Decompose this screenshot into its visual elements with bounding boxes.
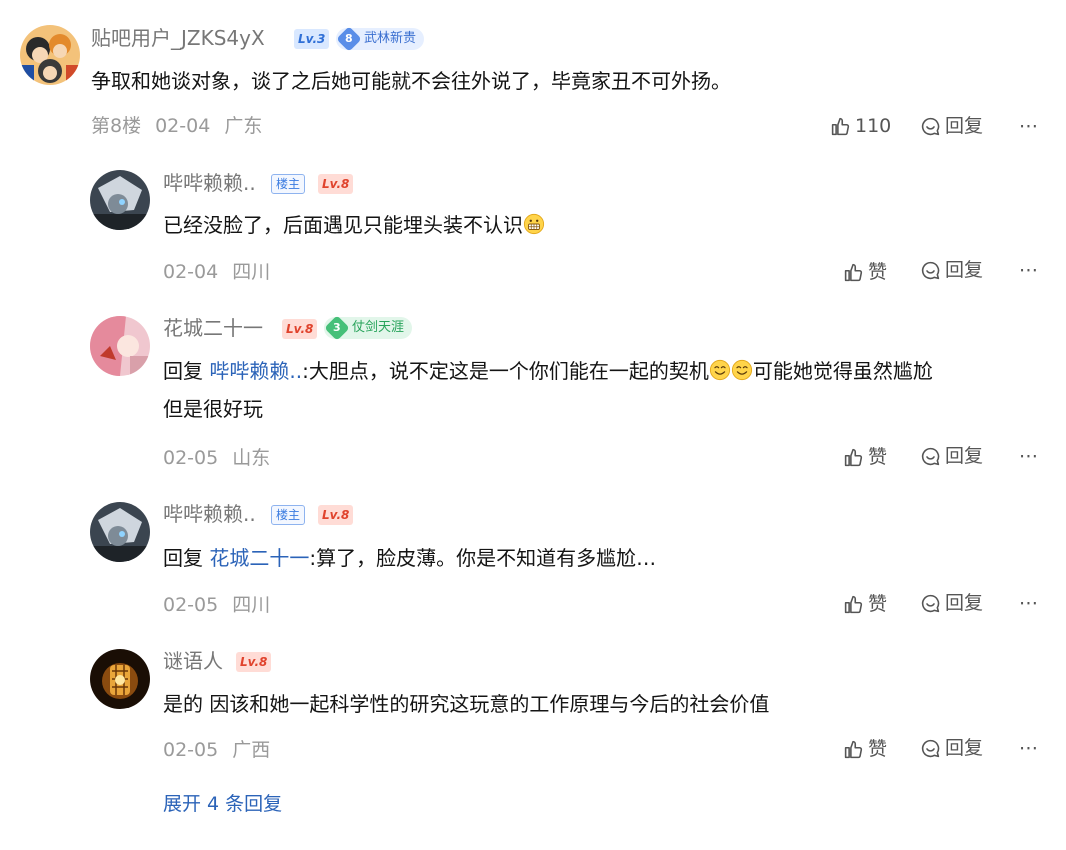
owner-badge: 楼主 <box>271 174 306 194</box>
reply-location: 山东 <box>232 447 271 469</box>
username[interactable]: 花城二十一 <box>163 314 263 342</box>
more-icon[interactable]: ⋯ <box>1019 257 1040 283</box>
like-button[interactable]: 赞 <box>843 591 887 617</box>
reply-date: 02-05 <box>163 447 219 469</box>
reply-content: 已经没脸了，后面遇见只能埋头装不认识 <box>163 206 545 244</box>
avatar[interactable] <box>90 316 150 376</box>
reply-location: 四川 <box>232 261 271 283</box>
comment-icon <box>921 739 940 757</box>
username[interactable]: 谜语人 <box>163 647 223 675</box>
reply-location: 广西 <box>232 739 271 761</box>
avatar[interactable] <box>20 25 80 85</box>
title-badge: 3 仗剑天涯 <box>324 314 413 341</box>
thumbs-up-icon <box>844 448 863 466</box>
mention-link[interactable]: 花城二十一 <box>209 546 309 570</box>
more-icon[interactable]: ⋯ <box>1019 590 1040 616</box>
thumbs-up-icon <box>844 595 863 613</box>
like-button[interactable]: 赞 <box>843 736 887 762</box>
comment-icon <box>921 594 940 612</box>
gem-icon: 3 <box>324 314 350 341</box>
more-icon[interactable]: ⋯ <box>1019 443 1040 469</box>
reply-date: 02-05 <box>163 594 219 616</box>
post-meta: 第8楼 02-04 广东 <box>91 113 262 139</box>
avatar[interactable] <box>90 649 150 709</box>
thumbs-up-icon <box>844 263 863 281</box>
post-date: 02-04 <box>155 115 211 137</box>
like-button[interactable]: 110 <box>830 113 891 139</box>
grimace-emoji <box>523 213 545 235</box>
reply-meta: 02-04 四川 <box>163 259 270 285</box>
avatar[interactable] <box>90 502 150 562</box>
level-badge: Lv.8 <box>282 319 318 339</box>
username[interactable]: 哔哔赖赖.. <box>163 169 256 197</box>
like-count: 110 <box>855 115 892 137</box>
level-badge: Lv.8 <box>236 652 272 672</box>
mention-link[interactable]: 哔哔赖赖.. <box>209 359 302 383</box>
more-icon[interactable]: ⋯ <box>1019 735 1040 761</box>
reply-date: 02-04 <box>163 261 219 283</box>
reply-button[interactable]: 回复 <box>920 257 983 283</box>
level-badge: Lv.8 <box>318 505 354 525</box>
reply-button[interactable]: 回复 <box>920 113 983 139</box>
reply-content: 回复 哔哔赖赖..:大胆点，说不定这是一个你们能在一起的契机 可能她觉得虽然尴尬但… <box>163 359 933 421</box>
level-badge: Lv.8 <box>318 174 354 194</box>
comment-icon <box>921 117 940 135</box>
reply-content: 回复 花城二十一:算了，脸皮薄。你是不知道有多尴尬… <box>163 546 657 570</box>
like-button[interactable]: 赞 <box>843 444 887 470</box>
reply-button[interactable]: 回复 <box>920 590 983 616</box>
smile-emoji <box>731 359 752 381</box>
reply-prefix: 回复 <box>163 546 203 570</box>
like-button[interactable]: 赞 <box>843 259 887 285</box>
owner-badge: 楼主 <box>271 505 306 525</box>
more-icon[interactable]: ⋯ <box>1019 113 1040 139</box>
post-location: 广东 <box>224 115 263 137</box>
reply-meta: 02-05 广西 <box>163 737 270 763</box>
reply-meta: 02-05 四川 <box>163 592 270 618</box>
comment-icon <box>921 261 940 279</box>
reply-button[interactable]: 回复 <box>920 735 983 761</box>
gem-icon: 8 <box>336 25 362 52</box>
reply-button[interactable]: 回复 <box>920 443 983 469</box>
floor-number: 第8楼 <box>91 115 142 137</box>
username[interactable]: 哔哔赖赖.. <box>163 500 256 528</box>
reply-location: 四川 <box>232 594 271 616</box>
expand-replies-link[interactable]: 展开 4 条回复 <box>163 791 282 817</box>
level-badge: Lv.3 <box>294 29 330 49</box>
reply-prefix: 回复 <box>163 359 203 383</box>
post-content: 争取和她谈对象，谈了之后她可能就不会往外说了，毕竟家丑不可外扬。 <box>91 69 731 93</box>
thumbs-up-icon <box>844 740 863 758</box>
thumbs-up-icon <box>831 117 850 135</box>
reply-content: 是的 因该和她一起科学性的研究这玩意的工作原理与今后的社会价值 <box>163 692 770 716</box>
username[interactable]: 贴吧用户_JZKS4yX <box>91 24 265 52</box>
title-badge: 8 武林新贵 <box>336 25 425 52</box>
smile-emoji <box>709 359 730 381</box>
reply-meta: 02-05 山东 <box>163 445 270 471</box>
comment-icon <box>921 447 940 465</box>
reply-date: 02-05 <box>163 739 219 761</box>
avatar[interactable] <box>90 170 150 230</box>
